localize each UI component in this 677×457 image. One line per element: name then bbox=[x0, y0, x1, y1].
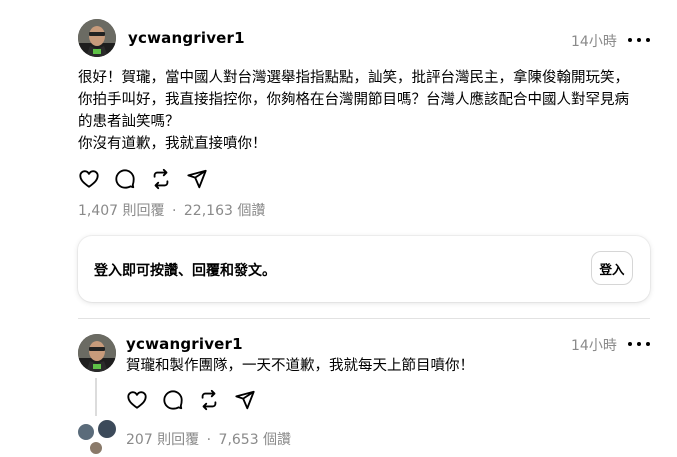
like-count[interactable]: 22,163 個讚 bbox=[184, 203, 265, 219]
reply-avatar[interactable] bbox=[78, 334, 116, 372]
repost-icon bbox=[153, 168, 169, 190]
comment-icon bbox=[163, 390, 183, 410]
heart-icon bbox=[79, 170, 99, 188]
repost-button[interactable] bbox=[196, 387, 222, 413]
post-timestamp[interactable]: 14小時 bbox=[571, 31, 617, 51]
comment-button[interactable] bbox=[112, 166, 138, 192]
like-count[interactable]: 7,653 個讚 bbox=[219, 432, 292, 448]
post-actions bbox=[76, 166, 220, 192]
more-dot-icon bbox=[646, 38, 650, 42]
share-icon bbox=[187, 169, 207, 189]
more-dot-icon bbox=[637, 38, 641, 42]
stats-separator: · bbox=[171, 203, 177, 219]
reply-count[interactable]: 207 則回覆 bbox=[126, 432, 199, 448]
post-username[interactable]: ycwangriver1 bbox=[128, 29, 245, 47]
comment-button[interactable] bbox=[160, 387, 186, 413]
post-body: 很好！賀瓏，當中國人對台灣選舉指指點點，訕笑，批評台灣民主，拿陳俊翰開玩笑， 你… bbox=[78, 70, 629, 152]
avatar[interactable] bbox=[78, 19, 116, 57]
participant-avatar bbox=[88, 440, 104, 456]
reply-participant-avatars[interactable] bbox=[74, 418, 122, 456]
reply-more-options-button[interactable] bbox=[628, 336, 650, 352]
share-icon bbox=[235, 390, 255, 410]
more-options-button[interactable] bbox=[628, 32, 650, 48]
login-prompt-card: 登入即可按讚、回覆和發文。 登入 bbox=[78, 236, 650, 302]
reply-count[interactable]: 1,407 則回覆 bbox=[78, 203, 165, 219]
reply-timestamp[interactable]: 14小時 bbox=[571, 335, 617, 355]
comment-icon bbox=[115, 169, 135, 189]
like-button[interactable] bbox=[76, 166, 102, 192]
post-stats: 1,407 則回覆 · 22,163 個讚 bbox=[78, 200, 265, 220]
participant-avatar bbox=[96, 418, 118, 440]
login-button[interactable]: 登入 bbox=[591, 251, 633, 285]
reply-username[interactable]: ycwangriver1 bbox=[126, 335, 243, 353]
share-button[interactable] bbox=[184, 166, 210, 192]
divider bbox=[78, 318, 650, 319]
more-dot-icon bbox=[628, 342, 632, 346]
avatar-image bbox=[78, 334, 116, 372]
avatar-image bbox=[78, 19, 116, 57]
login-prompt-text: 登入即可按讚、回覆和發文。 bbox=[94, 263, 276, 279]
more-dot-icon bbox=[628, 38, 632, 42]
participant-avatar bbox=[76, 422, 96, 442]
repost-button[interactable] bbox=[148, 166, 174, 192]
like-button[interactable] bbox=[124, 387, 150, 413]
thread-line bbox=[95, 378, 97, 416]
reply-body: 賀瓏和製作團隊，一天不道歉，我就每天上節目噴你！ bbox=[126, 358, 474, 374]
more-dot-icon bbox=[646, 342, 650, 346]
reply-stats: 207 則回覆 · 7,653 個讚 bbox=[126, 429, 291, 449]
heart-icon bbox=[127, 391, 147, 409]
reply-actions bbox=[124, 387, 268, 413]
share-button[interactable] bbox=[232, 387, 258, 413]
stats-separator: · bbox=[206, 432, 212, 448]
more-dot-icon bbox=[637, 342, 641, 346]
repost-icon bbox=[201, 389, 217, 411]
